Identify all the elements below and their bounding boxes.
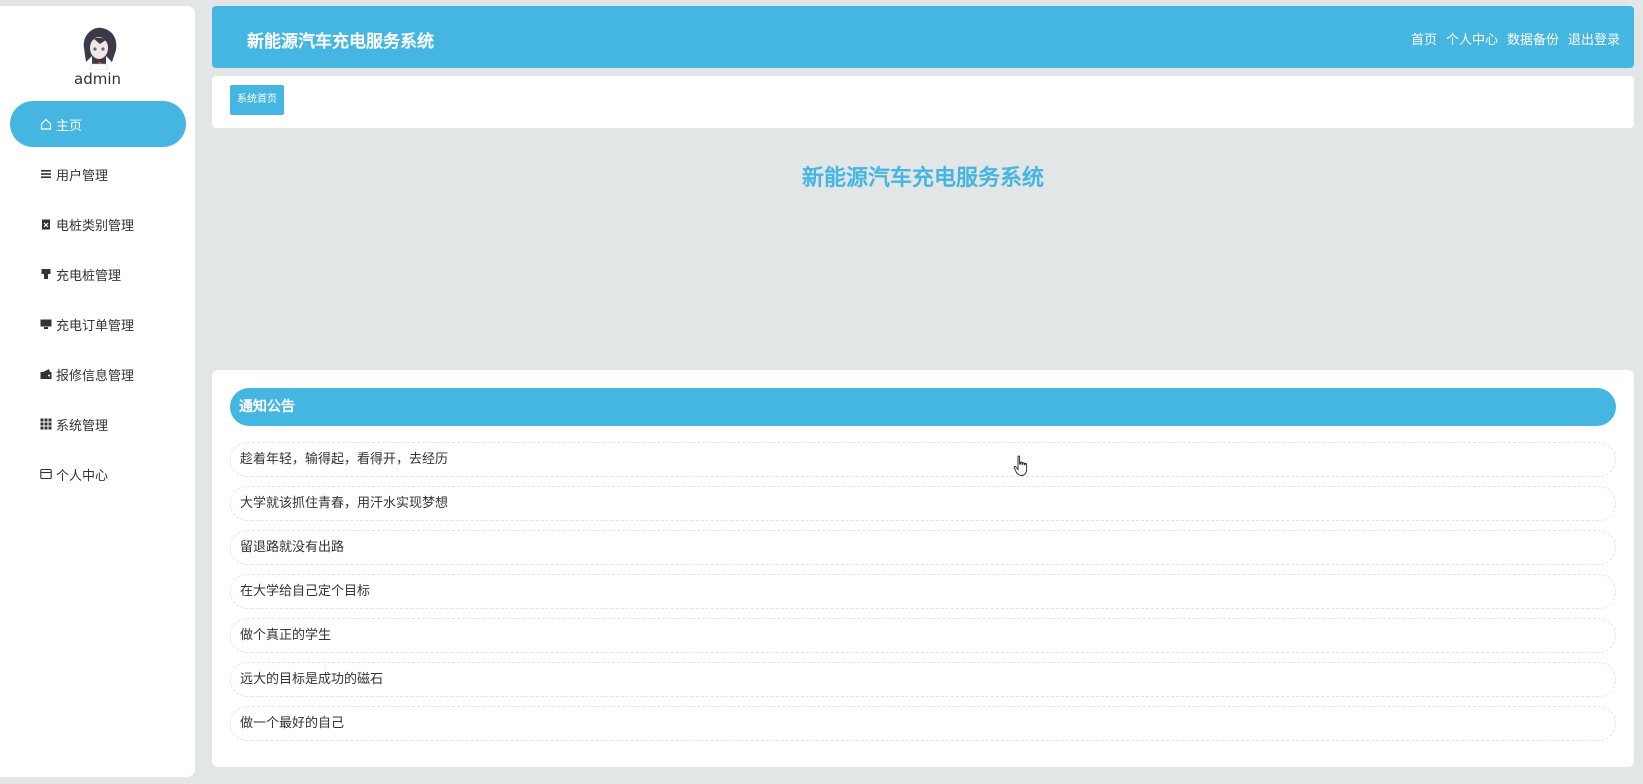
sidebar-item-label: 电桩类别管理	[56, 218, 135, 234]
list-item[interactable]: 做个真正的学生	[230, 618, 1616, 653]
nav-profile-link[interactable]: 个人中心	[1446, 29, 1498, 48]
sidebar-item-label: 用户管理	[56, 168, 109, 184]
list-icon	[40, 168, 52, 180]
nav-home-link[interactable]: 首页	[1411, 29, 1437, 48]
notice-header: 通知公告	[230, 388, 1616, 426]
list-item[interactable]: 在大学给自己定个目标	[230, 574, 1616, 609]
grid-icon	[40, 418, 52, 430]
breadcrumb-item-home[interactable]: 系统首页	[230, 85, 284, 115]
page-title: 新能源汽车充电服务系统	[801, 166, 1044, 191]
list-item[interactable]: 做一个最好的自己	[230, 706, 1616, 741]
wallet-icon	[40, 368, 52, 380]
sidebar-menu: 主页 用户管理 电桩类别管理 充电桩管理 充电订单管理 报修信息管理 系统管理 …	[0, 101, 195, 501]
header-nav: 首页 个人中心 数据备份 退出登录	[1411, 29, 1620, 48]
monitor-icon	[40, 318, 52, 330]
list-item[interactable]: 留退路就没有出路	[230, 530, 1616, 565]
sidebar-item-orders[interactable]: 充电订单管理	[10, 301, 186, 347]
sidebar-item-label: 充电订单管理	[56, 318, 135, 334]
list-item[interactable]: 远大的目标是成功的磁石	[230, 662, 1616, 697]
notice-panel: 通知公告 趁着年轻，输得起，看得开，去经历 大学就该抓住青春，用汗水实现梦想 留…	[212, 370, 1634, 767]
notice-list: 趁着年轻，输得起，看得开，去经历 大学就该抓住青春，用汗水实现梦想 留退路就没有…	[230, 442, 1616, 750]
nav-logout-link[interactable]: 退出登录	[1568, 29, 1620, 48]
sidebar-item-label: 个人中心	[56, 468, 109, 484]
sidebar-item-label: 报修信息管理	[56, 368, 135, 384]
top-header: 新能源汽车充电服务系统 首页 个人中心 数据备份 退出登录	[212, 6, 1634, 68]
sidebar-item-chargers[interactable]: 充电桩管理	[10, 251, 186, 297]
charger-icon	[40, 268, 52, 280]
list-item[interactable]: 大学就该抓住青春，用汗水实现梦想	[230, 486, 1616, 521]
clipboard-icon	[40, 218, 52, 230]
sidebar-item-profile[interactable]: 个人中心	[10, 451, 186, 497]
avatar[interactable]	[78, 26, 120, 71]
hand-cursor-icon	[1013, 455, 1029, 477]
sidebar-item-repairs[interactable]: 报修信息管理	[10, 351, 186, 397]
sidebar-item-home[interactable]: 主页	[10, 101, 186, 147]
sidebar-item-users[interactable]: 用户管理	[10, 151, 186, 197]
sidebar-item-label: 充电桩管理	[56, 268, 122, 284]
home-icon	[40, 118, 52, 130]
app-title: 新能源汽车充电服务系统	[247, 32, 434, 52]
card-icon	[40, 468, 52, 480]
sidebar-item-charger-category[interactable]: 电桩类别管理	[10, 201, 186, 247]
sidebar-item-system[interactable]: 系统管理	[10, 401, 186, 447]
breadcrumb: 系统首页	[212, 76, 1634, 128]
sidebar: admin 主页 用户管理 电桩类别管理 充电桩管理 充电订单管理 报修信息管理…	[0, 6, 195, 777]
user-name: admin	[74, 70, 121, 88]
nav-backup-link[interactable]: 数据备份	[1507, 29, 1559, 48]
sidebar-item-label: 主页	[56, 118, 83, 134]
sidebar-item-label: 系统管理	[56, 418, 109, 434]
list-item[interactable]: 趁着年轻，输得起，看得开，去经历	[230, 442, 1616, 477]
